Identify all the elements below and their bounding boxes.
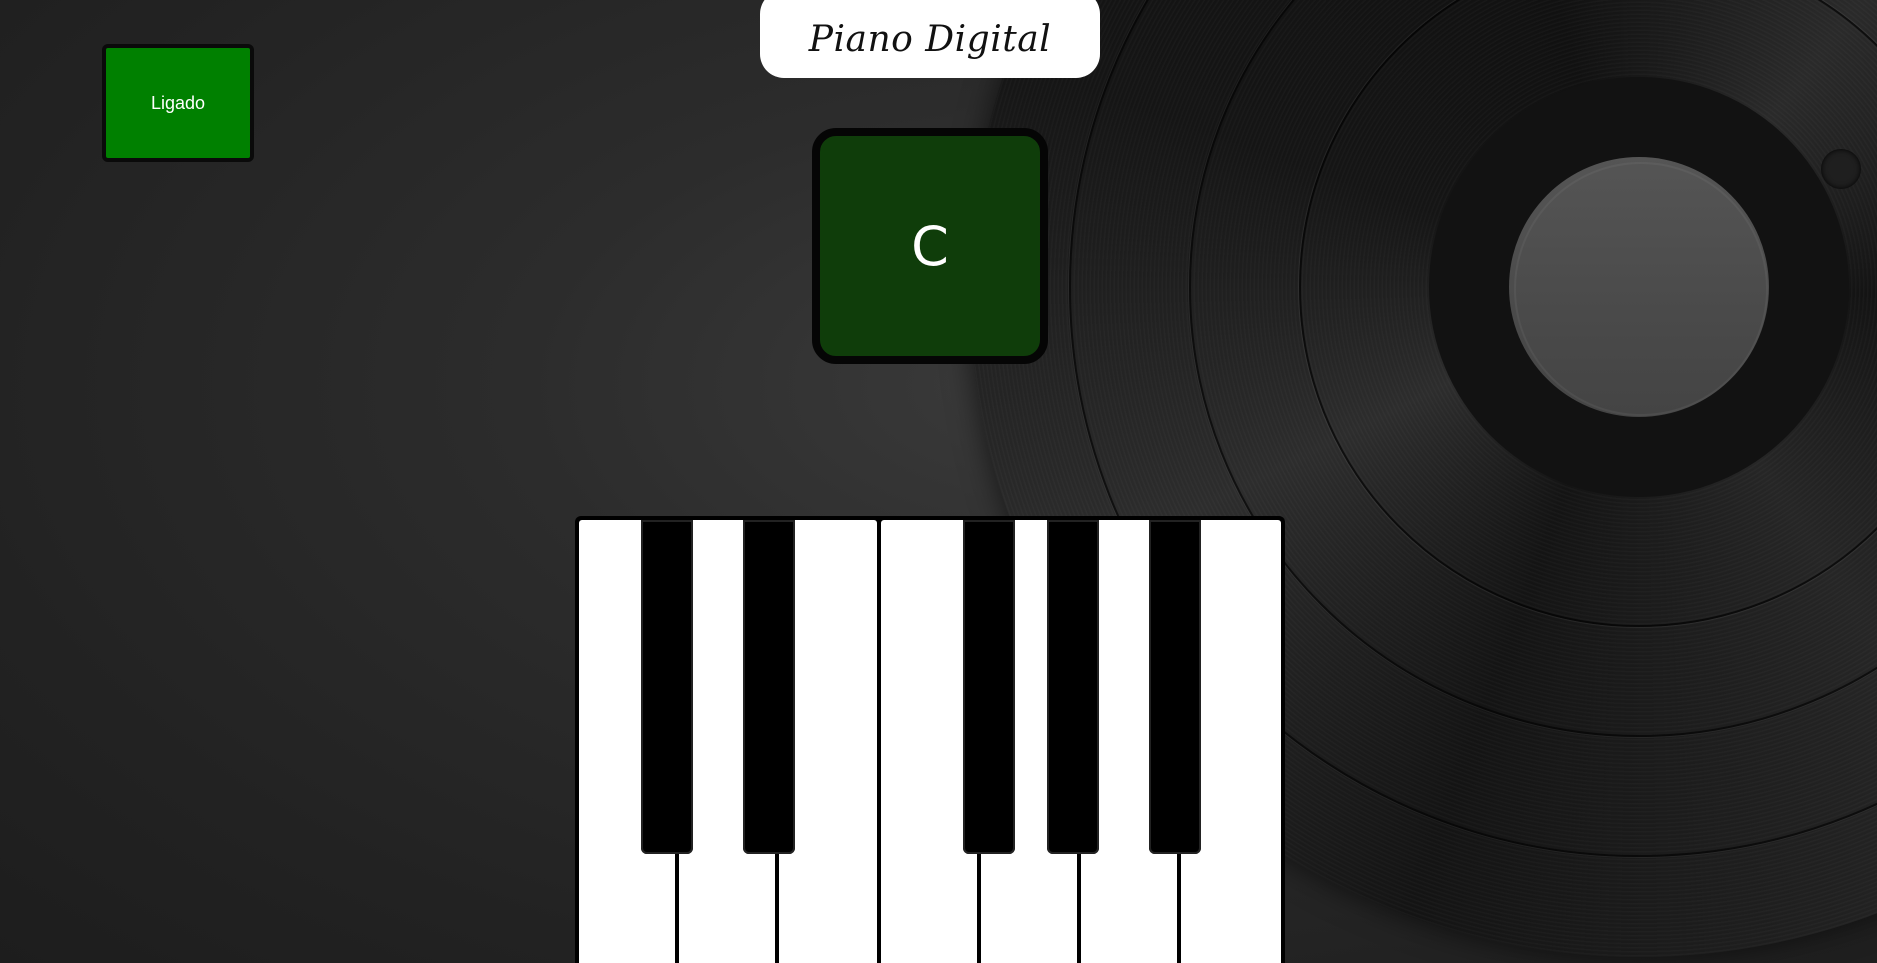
current-note-label: C [911,214,949,278]
current-note-display: C [812,128,1048,364]
piano-key-f-sharp[interactable] [963,520,1015,854]
record-label-ring [1514,162,1768,416]
app-title: Piano Digital [808,18,1052,60]
app-stage: Piano Digital Ligado C [0,0,1877,963]
record-spindle-hole [1821,149,1861,189]
piano-key-a-sharp[interactable] [1149,520,1201,854]
app-title-badge: Piano Digital [760,0,1100,78]
piano-key-c-sharp[interactable] [641,520,693,854]
piano-key-d-sharp[interactable] [743,520,795,854]
piano-key-g-sharp[interactable] [1047,520,1099,854]
piano-keyboard [575,516,1285,963]
power-toggle-button[interactable]: Ligado [102,44,254,162]
